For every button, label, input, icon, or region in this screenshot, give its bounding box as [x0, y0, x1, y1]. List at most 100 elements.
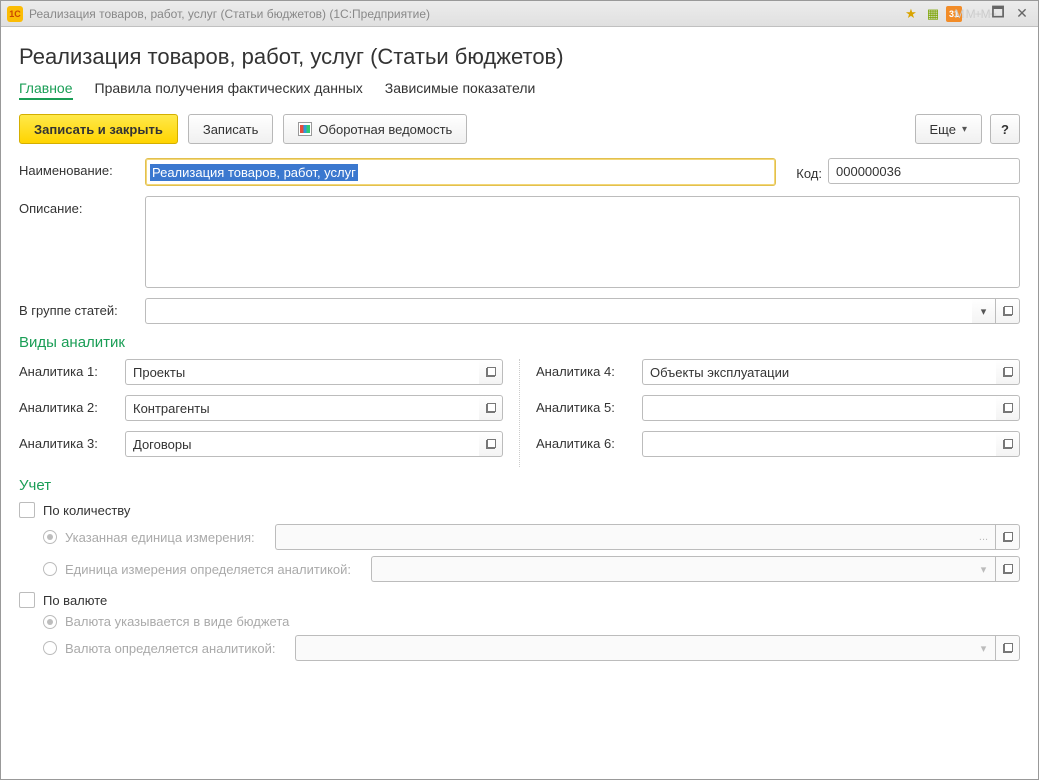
m-indicator: M M+M−: [966, 5, 984, 23]
by-currency-checkbox[interactable]: [19, 592, 35, 608]
open-icon: [1003, 367, 1013, 377]
favorites-icon[interactable]: ★: [902, 5, 920, 23]
analytic1-open-button[interactable]: [479, 359, 503, 385]
currency-analytic-open-button[interactable]: [996, 635, 1020, 661]
save-and-close-button[interactable]: Записать и закрыть: [19, 114, 178, 144]
titlebar-icons: ★ ▦ 31 M M+M− 🗖 ✕: [902, 5, 1032, 23]
chart-icon: [298, 122, 312, 136]
analytic4-input[interactable]: [642, 359, 996, 385]
analytic1-label: Аналитика 1:: [19, 359, 117, 379]
analytic5-input[interactable]: [642, 395, 996, 421]
description-input[interactable]: [145, 196, 1020, 288]
open-icon: [486, 439, 496, 449]
by-currency-row: По валюте: [19, 592, 1020, 608]
save-button[interactable]: Записать: [188, 114, 274, 144]
more-button[interactable]: Еще: [915, 114, 982, 144]
tab-rules[interactable]: Правила получения фактических данных: [95, 78, 363, 100]
tab-main[interactable]: Главное: [19, 78, 73, 100]
analytic6-input[interactable]: [642, 431, 996, 457]
close-button[interactable]: ✕: [1012, 5, 1032, 23]
code-label: Код:: [796, 161, 822, 181]
unit-analytic-input[interactable]: [371, 556, 972, 582]
name-input[interactable]: Реализация товаров, работ, услуг: [150, 164, 358, 181]
unit-specified-input[interactable]: [275, 524, 972, 550]
toolbar: Записать и закрыть Записать Оборотная ве…: [19, 114, 1020, 144]
open-icon: [486, 367, 496, 377]
tab-dependent[interactable]: Зависимые показатели: [385, 78, 536, 100]
unit-specified-radio[interactable]: [43, 530, 57, 544]
group-input[interactable]: [145, 298, 972, 324]
group-combo: ▾: [145, 298, 1020, 324]
analytic5-open-button[interactable]: [996, 395, 1020, 421]
row-analytic2: Аналитика 2:: [19, 395, 503, 421]
application-window: 1C Реализация товаров, работ, услуг (Ста…: [0, 0, 1039, 780]
row-description: Описание:: [19, 196, 1020, 288]
row-analytic5: Аналитика 5:: [536, 395, 1020, 421]
accounting-section-title: Учет: [19, 477, 1020, 494]
app-icon: 1C: [7, 6, 23, 22]
open-icon: [486, 403, 496, 413]
currency-analytic-radio[interactable]: [43, 641, 57, 655]
analytic1-input[interactable]: [125, 359, 479, 385]
open-icon: [1003, 564, 1013, 574]
analytic4-combo: [642, 359, 1020, 385]
tabs: Главное Правила получения фактических да…: [19, 78, 1020, 100]
content-area: Реализация товаров, работ, услуг (Статьи…: [1, 27, 1038, 779]
unit-specified-row: Указанная единица измерения: ...: [43, 524, 1020, 550]
analytic3-input[interactable]: [125, 431, 479, 457]
unit-specified-label: Указанная единица измерения:: [65, 530, 255, 545]
analytics-col-left: Аналитика 1: Аналитика 2: Аналитика 3:: [19, 359, 503, 467]
unit-specified-ellipsis-button[interactable]: ...: [972, 524, 996, 550]
calculator-icon[interactable]: ▦: [924, 5, 942, 23]
unit-specified-open-button[interactable]: [996, 524, 1020, 550]
currency-analytic-dropdown-button[interactable]: ▾: [972, 635, 996, 661]
open-icon: [1003, 532, 1013, 542]
currency-budget-label: Валюта указывается в виде бюджета: [65, 614, 289, 629]
currency-budget-radio[interactable]: [43, 615, 57, 629]
analytic4-label: Аналитика 4:: [536, 359, 634, 379]
page-title: Реализация товаров, работ, услуг (Статьи…: [19, 44, 1020, 70]
toolbar-right: Еще ?: [915, 114, 1020, 144]
unit-analytic-radio[interactable]: [43, 562, 57, 576]
description-field: [145, 196, 1020, 288]
quantity-sub: Указанная единица измерения: ... Единица…: [43, 524, 1020, 582]
open-icon: [1003, 643, 1013, 653]
by-quantity-label: По количеству: [43, 503, 130, 518]
group-label: В группе статей:: [19, 298, 137, 318]
turnover-report-button[interactable]: Оборотная ведомость: [283, 114, 467, 144]
group-dropdown-button[interactable]: ▾: [972, 298, 996, 324]
unit-analytic-label: Единица измерения определяется аналитико…: [65, 562, 351, 577]
unit-analytic-dropdown-button[interactable]: ▾: [972, 556, 996, 582]
by-currency-label: По валюте: [43, 593, 107, 608]
analytic5-combo: [642, 395, 1020, 421]
currency-analytic-row: Валюта определяется аналитикой: ▾: [43, 635, 1020, 661]
name-field-wrap[interactable]: Реализация товаров, работ, услуг: [145, 158, 776, 186]
help-button[interactable]: ?: [990, 114, 1020, 144]
unit-specified-combo: ...: [275, 524, 1020, 550]
code-input[interactable]: [828, 158, 1020, 184]
analytic4-open-button[interactable]: [996, 359, 1020, 385]
row-analytic6: Аналитика 6:: [536, 431, 1020, 457]
by-quantity-checkbox[interactable]: [19, 502, 35, 518]
analytic3-label: Аналитика 3:: [19, 431, 117, 451]
analytic6-label: Аналитика 6:: [536, 431, 634, 451]
unit-analytic-field: ▾: [371, 556, 1020, 582]
analytic2-input[interactable]: [125, 395, 479, 421]
row-name: Наименование: Реализация товаров, работ,…: [19, 158, 1020, 186]
description-label: Описание:: [19, 196, 137, 216]
currency-analytic-label: Валюта определяется аналитикой:: [65, 641, 275, 656]
analytic2-label: Аналитика 2:: [19, 395, 117, 415]
unit-analytic-combo: ▾: [371, 556, 1020, 582]
analytic5-label: Аналитика 5:: [536, 395, 634, 415]
maximize-button[interactable]: 🗖: [988, 5, 1008, 23]
analytic3-open-button[interactable]: [479, 431, 503, 457]
analytic6-open-button[interactable]: [996, 431, 1020, 457]
unit-analytic-open-button[interactable]: [996, 556, 1020, 582]
row-analytic4: Аналитика 4:: [536, 359, 1020, 385]
group-open-button[interactable]: [996, 298, 1020, 324]
currency-analytic-input[interactable]: [295, 635, 972, 661]
analytics-col-right: Аналитика 4: Аналитика 5: Аналитика 6:: [536, 359, 1020, 467]
turnover-report-label: Оборотная ведомость: [318, 122, 452, 137]
open-icon: [1003, 439, 1013, 449]
analytic2-open-button[interactable]: [479, 395, 503, 421]
